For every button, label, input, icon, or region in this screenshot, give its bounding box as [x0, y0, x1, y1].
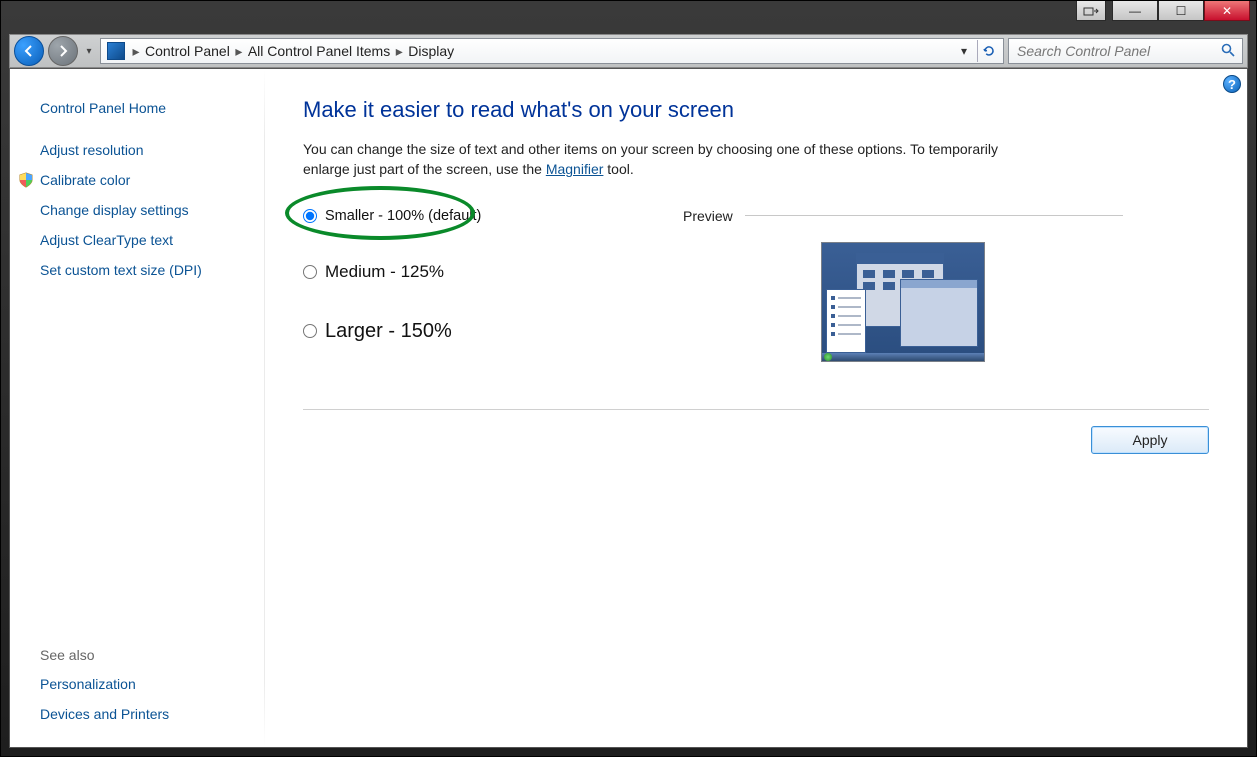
search-icon[interactable]	[1220, 42, 1236, 61]
back-button[interactable]	[14, 36, 44, 66]
maximize-button[interactable]: ☐	[1158, 1, 1204, 21]
preview-image	[821, 242, 985, 362]
sidebar-task-adjust-cleartype[interactable]: Adjust ClearType text	[40, 225, 255, 255]
help-icon[interactable]: ?	[1223, 75, 1241, 93]
chevron-right-icon[interactable]: ▸	[129, 43, 143, 60]
address-bar[interactable]: ▸ Control Panel ▸ All Control Panel Item…	[100, 38, 1004, 64]
sidebar-item-label: Adjust ClearType text	[40, 232, 173, 248]
option-label: Smaller - 100% (default)	[325, 208, 481, 224]
scale-option-smaller[interactable]: Smaller - 100% (default)	[303, 208, 643, 224]
close-icon: ✕	[1222, 4, 1232, 18]
refresh-button[interactable]	[977, 40, 999, 62]
history-dropdown[interactable]: ▾	[82, 38, 96, 64]
minimize-button[interactable]: —	[1112, 1, 1158, 21]
page-description: You can change the size of text and othe…	[303, 139, 1003, 180]
radio-smaller[interactable]	[303, 209, 317, 223]
sidebar-task-custom-text-size[interactable]: Set custom text size (DPI)	[40, 255, 255, 285]
address-dropdown[interactable]: ▾	[953, 40, 975, 62]
see-also-personalization[interactable]: Personalization	[40, 669, 255, 699]
sidebar-item-label: Set custom text size (DPI)	[40, 262, 202, 278]
see-also-devices-printers[interactable]: Devices and Printers	[40, 699, 255, 729]
radio-larger[interactable]	[303, 324, 317, 338]
minimize-icon: —	[1129, 4, 1141, 18]
chevron-right-icon[interactable]: ▸	[232, 43, 246, 60]
option-label: Medium - 125%	[325, 262, 444, 282]
apply-button[interactable]: Apply	[1091, 426, 1209, 454]
divider	[745, 215, 1123, 216]
divider	[303, 409, 1209, 410]
search-input[interactable]: Search Control Panel	[1008, 38, 1243, 64]
radio-medium[interactable]	[303, 265, 317, 279]
scale-option-larger[interactable]: Larger - 150%	[303, 320, 643, 343]
navigation-bar: ▾ ▸ Control Panel ▸ All Control Panel It…	[9, 34, 1248, 68]
chevron-right-icon[interactable]: ▸	[392, 43, 406, 60]
sidebar-item-label: Calibrate color	[40, 172, 130, 188]
location-icon	[107, 42, 125, 60]
page-title: Make it easier to read what's on your sc…	[303, 97, 1209, 123]
option-label: Larger - 150%	[325, 320, 452, 343]
sidebar-item-label: Adjust resolution	[40, 142, 144, 158]
scale-option-medium[interactable]: Medium - 125%	[303, 262, 643, 282]
breadcrumb-item[interactable]: All Control Panel Items	[246, 43, 392, 59]
sidebar-task-change-display-settings[interactable]: Change display settings	[40, 195, 255, 225]
shield-icon	[18, 172, 34, 188]
window-move-icon[interactable]	[1076, 1, 1106, 21]
main-content: ? Make it easier to read what's on your …	[265, 69, 1247, 747]
breadcrumb-item[interactable]: Control Panel	[143, 43, 232, 59]
sidebar: Control Panel Home Adjust resolution Cal…	[10, 69, 265, 747]
breadcrumb-item[interactable]: Display	[406, 43, 456, 59]
see-also-heading: See also	[40, 647, 255, 669]
sidebar-item-label: Change display settings	[40, 202, 189, 218]
forward-button[interactable]	[48, 36, 78, 66]
maximize-icon: ☐	[1176, 4, 1187, 18]
close-button[interactable]: ✕	[1204, 1, 1250, 21]
preview-label: Preview	[683, 208, 733, 224]
sidebar-task-calibrate-color[interactable]: Calibrate color	[40, 165, 255, 195]
magnifier-link[interactable]: Magnifier	[546, 161, 604, 177]
sidebar-task-adjust-resolution[interactable]: Adjust resolution	[40, 135, 255, 165]
control-panel-home-link[interactable]: Control Panel Home	[40, 93, 255, 123]
search-placeholder: Search Control Panel	[1017, 43, 1150, 59]
